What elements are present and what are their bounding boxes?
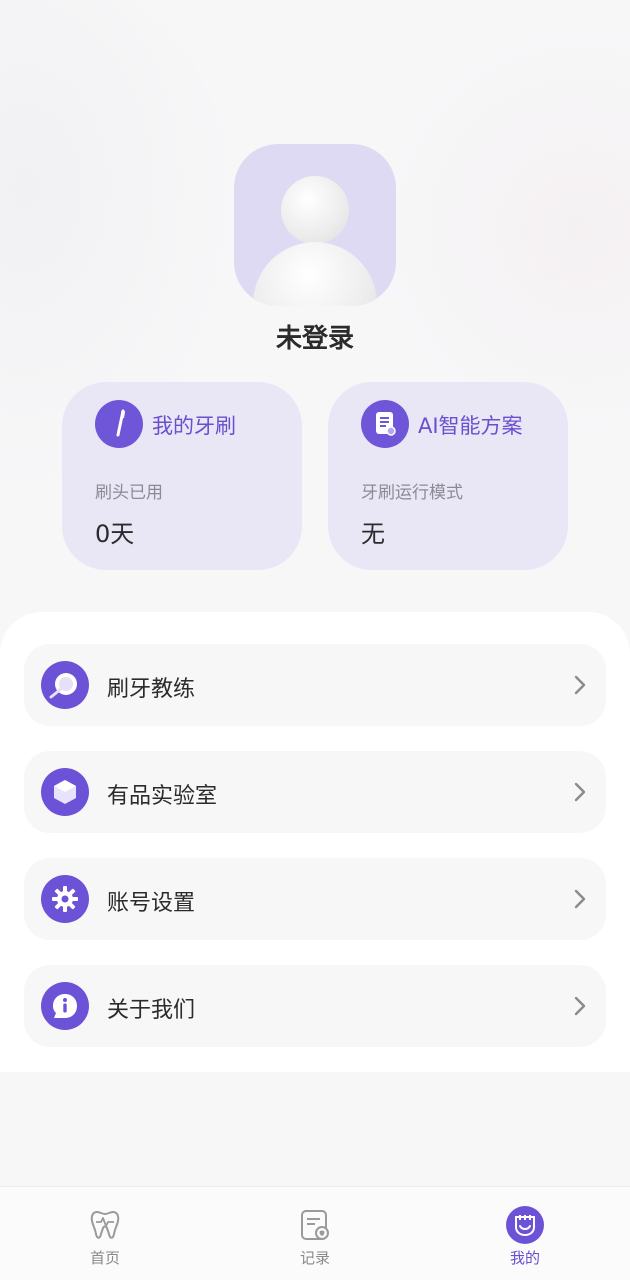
cube-icon: [41, 768, 89, 816]
card-title: 我的牙刷: [152, 414, 236, 438]
menu-label: 有品实验室: [107, 784, 218, 809]
tooth-icon: [85, 1205, 125, 1245]
tab-records[interactable]: 记录: [255, 1187, 375, 1280]
bottom-tab-bar: 首页 记录 我的: [0, 1186, 630, 1280]
gear-icon: [41, 875, 89, 923]
chevron-right-icon: [574, 996, 586, 1016]
record-icon: [295, 1205, 335, 1245]
avatar[interactable]: [234, 144, 396, 306]
menu-item-youpin-lab[interactable]: 有品实验室: [24, 751, 606, 833]
chevron-right-icon: [574, 782, 586, 802]
card-value: 0天: [95, 520, 135, 548]
chevron-right-icon: [574, 889, 586, 909]
tab-label: 我的: [509, 1249, 540, 1267]
document-icon: [361, 400, 409, 448]
card-subtitle: 刷头已用: [95, 483, 163, 503]
menu-label: 账号设置: [107, 891, 196, 916]
menu-item-brushing-coach[interactable]: 刷牙教练: [24, 644, 606, 726]
tab-label: 记录: [299, 1249, 330, 1267]
profile-smile-icon: [505, 1205, 545, 1245]
tab-home[interactable]: 首页: [45, 1187, 165, 1280]
menu-item-account-settings[interactable]: 账号设置: [24, 858, 606, 940]
menu-panel: 刷牙教练 有品实验室 账号设置 关于我们: [0, 612, 630, 1072]
username-label[interactable]: 未登录: [0, 318, 630, 355]
tab-label: 首页: [89, 1249, 120, 1267]
card-title: AI智能方案: [418, 414, 523, 438]
menu-label: 刷牙教练: [107, 677, 196, 702]
ai-plan-card[interactable]: AI智能方案 牙刷运行模式 无: [328, 382, 568, 570]
toothbrush-icon: [95, 400, 143, 448]
tab-mine[interactable]: 我的: [465, 1187, 585, 1280]
chevron-right-icon: [574, 675, 586, 695]
card-subtitle: 牙刷运行模式: [361, 483, 463, 503]
menu-label: 关于我们: [107, 998, 196, 1023]
info-icon: [41, 982, 89, 1030]
my-toothbrush-card[interactable]: 我的牙刷 刷头已用 0天: [62, 382, 302, 570]
menu-item-about-us[interactable]: 关于我们: [24, 965, 606, 1047]
coach-icon: [41, 661, 89, 709]
card-value: 无: [361, 520, 385, 548]
